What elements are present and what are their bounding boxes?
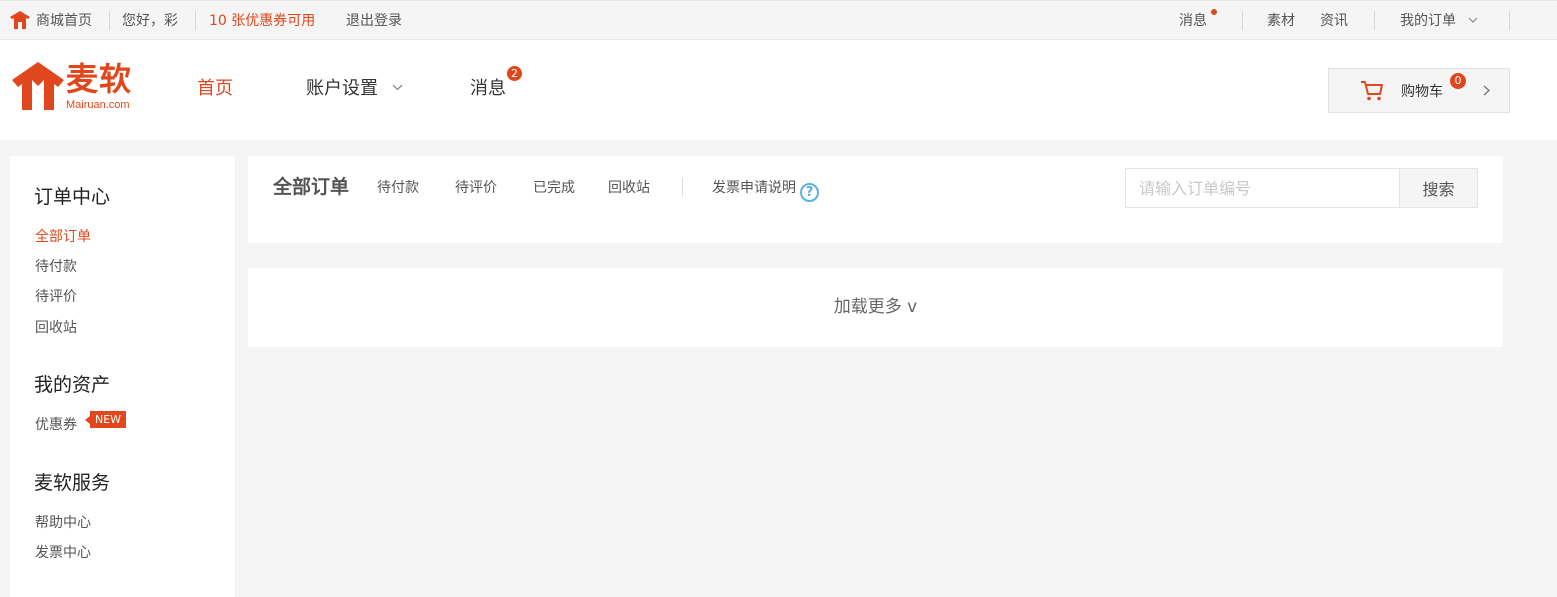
nav-home[interactable]: 首页: [197, 77, 233, 101]
divider: [1509, 11, 1510, 30]
logout-link[interactable]: 退出登录: [346, 1, 402, 41]
sidebar-title-order-center: 订单中心: [34, 186, 111, 208]
chevron-right-icon: [1483, 85, 1490, 96]
invoice-info-label: 发票申请说明: [712, 180, 796, 196]
news-link[interactable]: 资讯: [1320, 1, 1348, 41]
chevron-down-icon: [392, 84, 403, 91]
materials-link[interactable]: 素材: [1267, 1, 1295, 41]
orders-filter-panel: 全部订单 待付款 待评价 已完成 回收站 发票申请说明? 搜索: [248, 156, 1503, 243]
invoice-info-link[interactable]: 发票申请说明?: [712, 176, 819, 202]
nav-account-settings[interactable]: 账户设置: [306, 77, 403, 101]
home-logo-icon: [10, 11, 30, 29]
sidebar-item-pending-review[interactable]: 待评价: [35, 286, 77, 306]
sidebar-item-invoice-center[interactable]: 发票中心: [35, 542, 91, 562]
sidebar-item-pending-payment[interactable]: 待付款: [35, 256, 77, 276]
cart-icon: [1361, 81, 1383, 101]
messages-link[interactable]: 消息: [1179, 1, 1207, 41]
tab-pending-payment[interactable]: 待付款: [377, 176, 419, 200]
my-orders-dropdown[interactable]: 我的订单: [1400, 1, 1478, 41]
tab-pending-review[interactable]: 待评价: [455, 176, 497, 200]
messages-dot: [1211, 9, 1217, 15]
load-more-button[interactable]: 加载更多 v: [248, 268, 1503, 347]
cart-label: 购物车: [1401, 84, 1443, 100]
divider: [1242, 11, 1243, 30]
sidebar: 订单中心 全部订单 待付款 待评价 回收站 我的资产 优惠券 NEW 麦软服务 …: [10, 156, 235, 597]
main-header: 麦软 Mairuan.com 首页 账户设置 消息 2 购物车 0: [0, 40, 1557, 140]
tab-recycle-bin[interactable]: 回收站: [608, 176, 650, 200]
nav-account-label: 账户设置: [306, 78, 378, 99]
messages-count-badge: 2: [507, 66, 522, 81]
logo-house-icon: [12, 62, 64, 110]
mall-home-link[interactable]: 商城首页: [10, 1, 92, 41]
my-orders-label: 我的订单: [1400, 13, 1456, 29]
search-button[interactable]: 搜索: [1399, 168, 1478, 208]
cart-button[interactable]: 购物车 0: [1328, 68, 1510, 113]
order-number-search-input[interactable]: [1125, 168, 1400, 208]
tab-all-orders[interactable]: 全部订单: [273, 175, 349, 199]
divider: [1374, 11, 1375, 30]
sidebar-item-help-center[interactable]: 帮助中心: [35, 512, 91, 532]
greeting-text: 您好，彩: [122, 13, 178, 29]
mall-home-label: 商城首页: [36, 13, 92, 29]
sidebar-title-my-assets: 我的资产: [34, 374, 111, 396]
nav-messages[interactable]: 消息: [470, 77, 506, 101]
divider: [109, 11, 110, 30]
sidebar-title-services: 麦软服务: [34, 472, 111, 494]
logo-text: 麦软: [66, 60, 133, 98]
new-badge: NEW: [84, 411, 127, 428]
tab-completed[interactable]: 已完成: [533, 176, 575, 200]
logo-subtext: Mairuan.com: [66, 99, 130, 111]
cart-count-badge: 0: [1450, 73, 1466, 89]
sidebar-item-all-orders[interactable]: 全部订单: [35, 226, 91, 246]
top-bar: 商城首页 您好，彩 10 张优惠券可用 退出登录 消息 素材 资讯 我的订单: [0, 0, 1557, 40]
divider: [195, 11, 196, 30]
sidebar-item-recycle-bin[interactable]: 回收站: [35, 317, 77, 337]
sidebar-item-coupons[interactable]: 优惠券: [35, 414, 77, 434]
site-logo[interactable]: 麦软 Mairuan.com: [10, 60, 140, 114]
question-mark-icon: ?: [800, 183, 819, 202]
chevron-down-icon: [1469, 17, 1478, 23]
coupons-available-link[interactable]: 10 张优惠券可用: [209, 1, 315, 41]
divider: [682, 178, 683, 196]
